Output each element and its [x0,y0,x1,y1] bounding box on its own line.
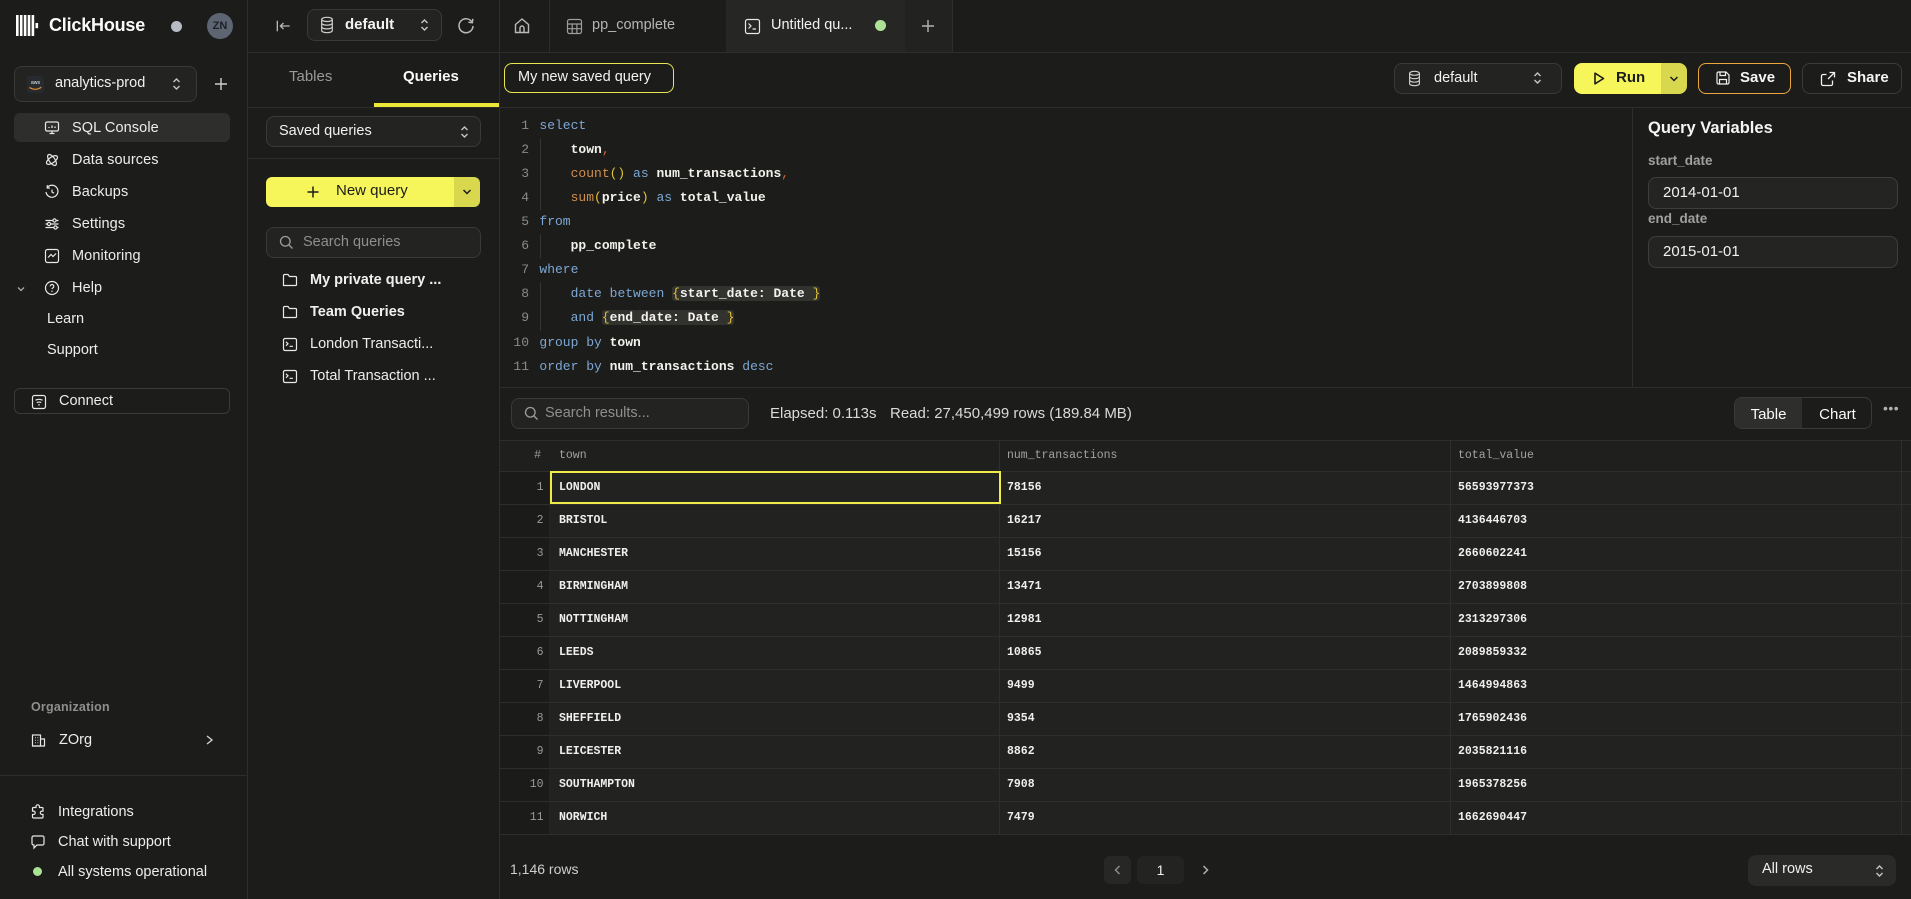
svg-text:aws: aws [31,80,41,86]
